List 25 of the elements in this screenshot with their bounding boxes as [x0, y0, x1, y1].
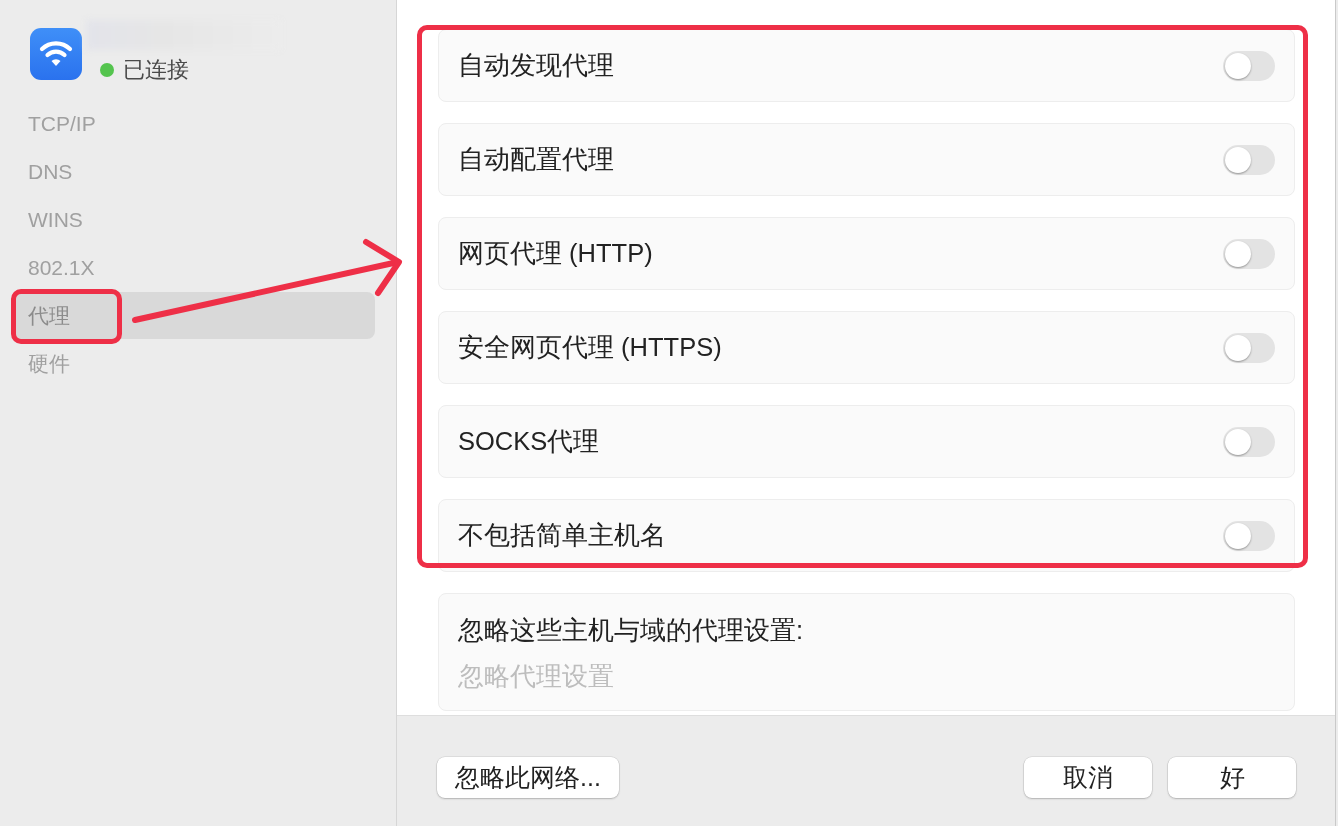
forget-network-button[interactable]: 忽略此网络... — [437, 757, 619, 798]
connection-status: 已连接 — [123, 56, 189, 84]
dialog-button[interactable]: 好 — [1168, 757, 1296, 798]
setting-label: 网页代理 (HTTP) — [458, 238, 653, 269]
setting-label: 安全网页代理 (HTTPS) — [458, 332, 722, 363]
bypass-label: 忽略这些主机与域的代理设置: — [458, 615, 805, 646]
sidebar-item[interactable]: DNS — [14, 148, 87, 195]
dialog-button[interactable]: 取消 — [1024, 757, 1152, 798]
sidebar-item[interactable]: 802.1X — [14, 244, 109, 291]
setting-label: 自动发现代理 — [458, 50, 614, 81]
bypass-input-field[interactable]: 忽略代理设置 — [458, 660, 858, 692]
sidebar-item[interactable]: TCP/IP — [14, 100, 110, 147]
toggle-switch[interactable] — [1223, 332, 1275, 363]
setting-label: 自动配置代理 — [458, 144, 614, 175]
setting-label: SOCKS代理 — [458, 426, 600, 457]
sidebar-item[interactable]: 硬件 — [14, 340, 84, 387]
sidebar-item[interactable]: WINS — [14, 196, 97, 243]
sidebar-item[interactable]: 代理 — [14, 292, 375, 339]
toggle-switch[interactable] — [1223, 426, 1275, 457]
toggle-switch[interactable] — [1223, 144, 1275, 175]
wifi-icon — [30, 28, 82, 80]
setting-label: 不包括简单主机名 — [458, 520, 666, 551]
toggle-switch[interactable] — [1223, 238, 1275, 269]
toggle-switch[interactable] — [1223, 50, 1275, 81]
toggle-switch[interactable] — [1223, 520, 1275, 551]
